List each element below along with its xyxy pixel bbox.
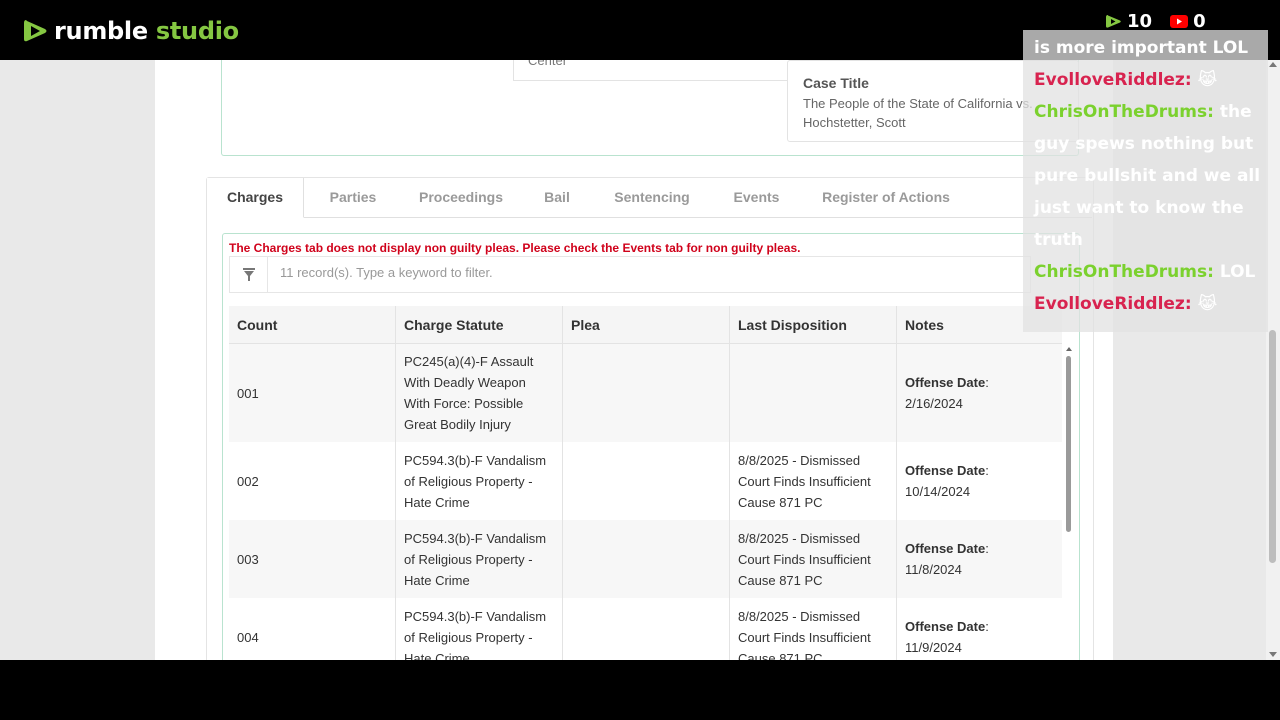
case-title-label: Case Title	[803, 75, 869, 91]
chat-username: ChrisOnTheDrums:	[1034, 102, 1214, 122]
notes-cell: Offense Date: 11/9/2024	[905, 619, 989, 655]
table-row[interactable]: 001 PC245(a)(4)-F Assault With Deadly We…	[229, 344, 1062, 442]
rumble-play-icon	[24, 20, 47, 42]
tab-bar: Charges Parties Proceedings Bail Sentenc…	[207, 178, 969, 218]
chat-username: EvolloveRiddlez:	[1034, 294, 1192, 314]
case-summary-panel: Center Case Title The People of the Stat…	[221, 60, 1079, 156]
offense-date-label: Offense Date	[905, 463, 986, 478]
column-header-last-disposition[interactable]: Last Disposition	[730, 306, 897, 343]
case-tabs-card: Charges Parties Proceedings Bail Sentenc…	[206, 177, 1094, 660]
brand-main-text: rumble	[54, 17, 148, 45]
chat-text: 😹	[1197, 294, 1218, 314]
statute-cell: PC594.3(b)-F Vandalism of Religious Prop…	[404, 608, 547, 661]
table-header-row: Count Charge Statute Plea Last Dispositi…	[229, 306, 1062, 344]
statute-cell: PC594.3(b)-F Vandalism of Religious Prop…	[404, 530, 547, 588]
filter-input[interactable]: 11 record(s). Type a keyword to filter.	[280, 265, 493, 280]
chat-text: is more important LOL	[1034, 38, 1249, 58]
tab-parties[interactable]: Parties	[304, 178, 402, 218]
table-row[interactable]: 002 PC594.3(b)-F Vandalism of Religious …	[229, 442, 1062, 520]
viewer-stats: 10 0	[1105, 10, 1224, 32]
table-scroll-thumb[interactable]	[1066, 356, 1071, 532]
chat-username: ChrisOnTheDrums:	[1034, 262, 1214, 282]
stream-footer-bar	[0, 660, 1280, 720]
rumble-studio-logo: rumble studio	[22, 16, 239, 46]
center-field: Center	[513, 60, 790, 81]
disposition-cell: 8/8/2025 - Dismissed Court Finds Insuffi…	[738, 530, 871, 588]
tab-charges[interactable]: Charges	[207, 178, 304, 218]
offense-date-value: 2/16/2024	[905, 396, 963, 411]
charges-table: Count Charge Statute Plea Last Dispositi…	[229, 306, 1072, 660]
statute-cell: PC245(a)(4)-F Assault With Deadly Weapon…	[404, 354, 534, 432]
scroll-up-icon[interactable]	[1269, 62, 1277, 67]
disposition-cell: 8/8/2025 - Dismissed Court Finds Insuffi…	[738, 608, 871, 661]
offense-date-label: Offense Date	[905, 541, 986, 556]
tab-divider	[304, 217, 1092, 218]
offense-date-value: 10/14/2024	[905, 484, 971, 499]
table-row[interactable]: 003 PC594.3(b)-F Vandalism of Religious …	[229, 520, 1062, 598]
youtube-icon	[1170, 14, 1189, 28]
funnel-icon	[242, 267, 255, 281]
chat-message: ChrisOnTheDrums: the guy spews nothing b…	[1034, 96, 1262, 256]
notes-cell: Offense Date: 10/14/2024	[905, 463, 989, 499]
notes-cell: Offense Date: 11/8/2024	[905, 541, 989, 577]
charges-notice: The Charges tab does not display non gui…	[229, 241, 801, 255]
rumble-viewers-icon	[1106, 14, 1121, 28]
plea-cell	[563, 598, 730, 660]
count-cell: 002	[229, 442, 396, 520]
chat-text: 😹	[1197, 70, 1218, 90]
table-scrollbar[interactable]	[1066, 343, 1072, 660]
tab-sentencing[interactable]: Sentencing	[594, 178, 710, 218]
filter-bar: 11 record(s). Type a keyword to filter.	[229, 256, 1031, 293]
column-header-charge-statute[interactable]: Charge Statute	[396, 306, 563, 343]
chat-text: LOL	[1219, 262, 1256, 282]
count-cell: 003	[229, 520, 396, 598]
chat-text: the guy spews nothing but pure bullshit …	[1034, 102, 1261, 250]
notes-cell: Offense Date: 2/16/2024	[905, 375, 989, 411]
case-title-value: The People of the State of California vs…	[803, 96, 1033, 130]
chat-message: EvolloveRiddlez: 😹	[1034, 288, 1262, 320]
count-cell: 001	[229, 344, 396, 442]
case-page: Center Case Title The People of the Stat…	[155, 60, 1113, 660]
plea-cell	[563, 344, 730, 442]
table-row[interactable]: 004 PC594.3(b)-F Vandalism of Religious …	[229, 598, 1062, 660]
tab-register-of-actions[interactable]: Register of Actions	[803, 178, 969, 218]
plea-cell	[563, 442, 730, 520]
chat-username: EvolloveRiddlez:	[1034, 70, 1192, 90]
brand-accent-text: studio	[155, 17, 239, 45]
charges-panel: The Charges tab does not display non gui…	[222, 233, 1080, 660]
offense-date-label: Offense Date	[905, 619, 986, 634]
tab-bail[interactable]: Bail	[520, 178, 594, 218]
count-cell: 004	[229, 598, 396, 660]
tab-proceedings[interactable]: Proceedings	[402, 178, 520, 218]
chat-message: EvolloveRiddlez: 😹	[1034, 64, 1262, 96]
column-header-count[interactable]: Count	[229, 306, 396, 343]
page-scrollbar[interactable]	[1266, 60, 1280, 660]
tab-events[interactable]: Events	[710, 178, 803, 218]
offense-date-label: Offense Date	[905, 375, 986, 390]
disposition-cell: 8/8/2025 - Dismissed Court Finds Insuffi…	[738, 452, 871, 510]
offense-date-value: 11/9/2024	[905, 640, 962, 655]
plea-cell	[563, 520, 730, 598]
column-header-plea[interactable]: Plea	[563, 306, 730, 343]
scroll-down-icon[interactable]	[1269, 652, 1277, 657]
chat-message: ChrisOnTheDrums: LOL	[1034, 256, 1262, 288]
filter-button[interactable]	[230, 257, 268, 292]
rumble-viewer-count: 10	[1127, 10, 1153, 32]
chat-message: is more important LOL	[1034, 32, 1262, 64]
statute-cell: PC594.3(b)-F Vandalism of Religious Prop…	[404, 452, 547, 510]
offense-date-value: 11/8/2024	[905, 562, 962, 577]
center-text: Center	[528, 60, 568, 68]
table-scroll-up-icon[interactable]	[1066, 347, 1072, 351]
youtube-viewers: 0	[1170, 11, 1206, 32]
youtube-viewer-count: 0	[1193, 10, 1206, 32]
scroll-thumb[interactable]	[1269, 330, 1276, 563]
chat-overlay: is more important LOL EvolloveRiddlez: 😹…	[1023, 30, 1268, 332]
rumble-viewers: 10	[1105, 11, 1152, 32]
